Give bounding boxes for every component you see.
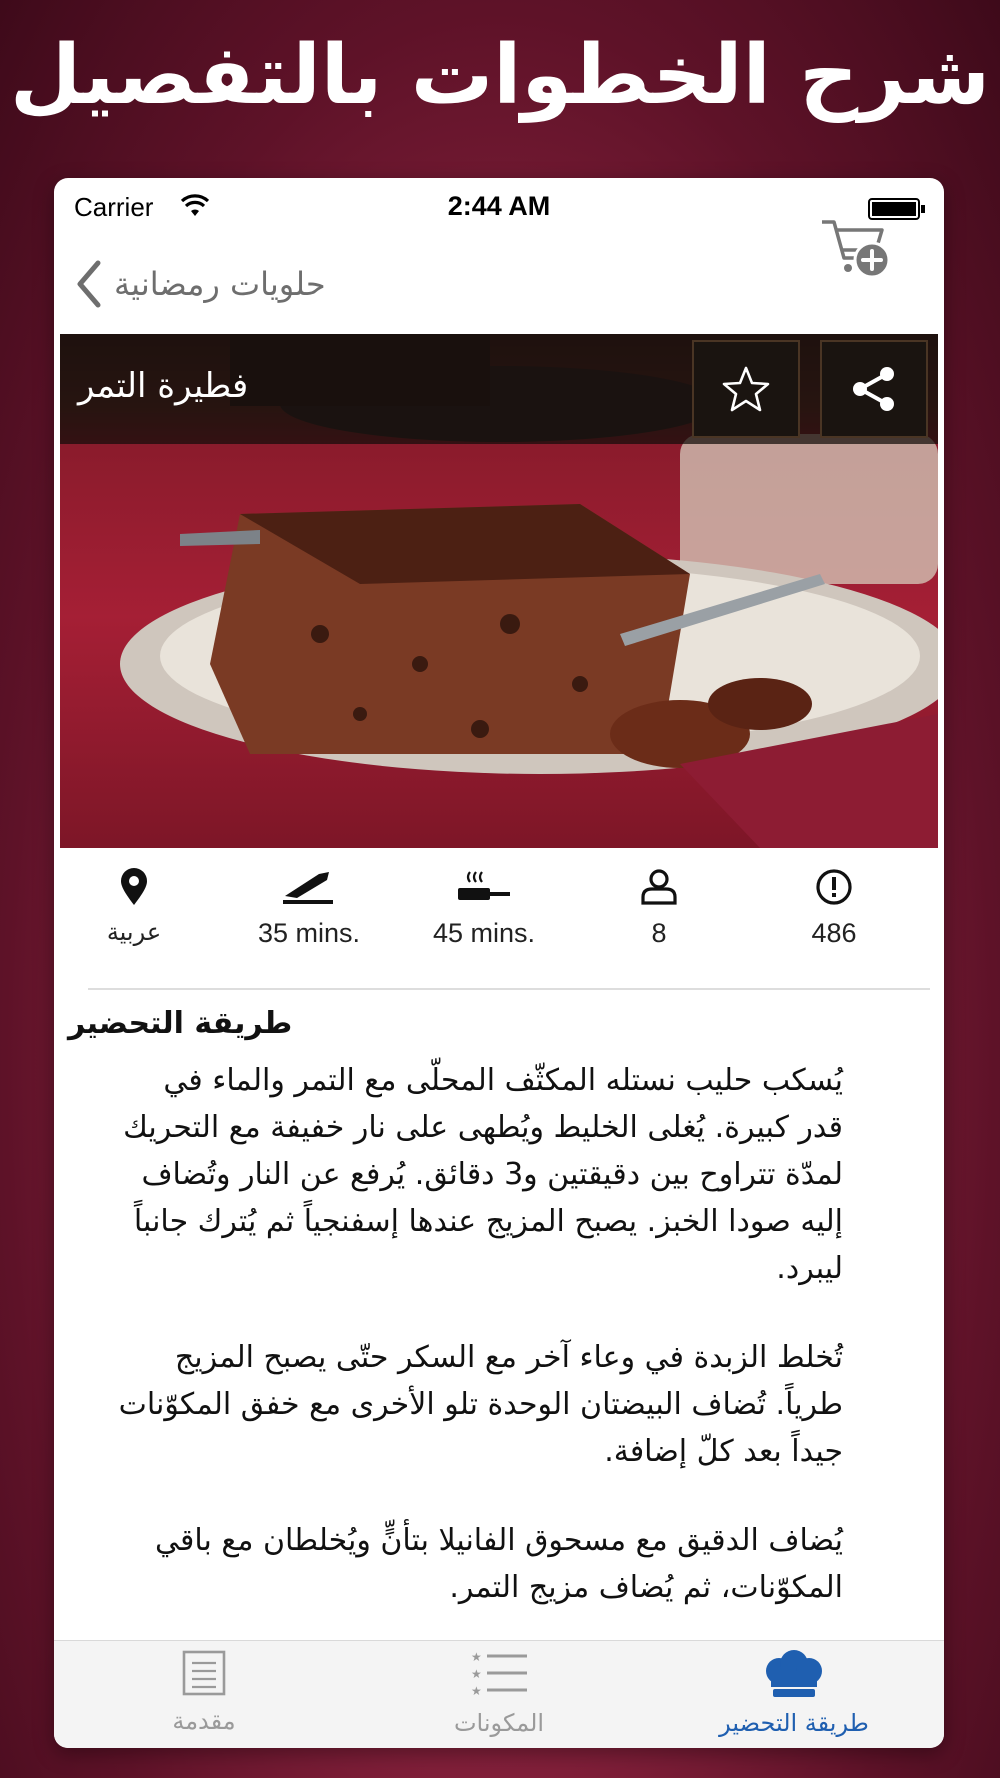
tab-preparation[interactable]: طريقة التحضير [684, 1649, 904, 1737]
stat-cuisine: عربية [54, 868, 214, 946]
recipe-stats: عربية 35 mins. 45 mins. 8 486 [54, 868, 944, 978]
tab-introduction-label: مقدمة [172, 1707, 236, 1735]
status-time: 2:44 AM [447, 191, 551, 221]
list-icon: ★ ★ ★ [471, 1650, 527, 1698]
instructions-title-text: طريقة التحضير [68, 1006, 293, 1041]
stat-views: 486 [754, 868, 914, 949]
add-to-cart-icon[interactable] [820, 214, 892, 286]
knife-icon [283, 872, 333, 904]
phone-screen: Carrier 2:44 AM حلويات رمضانية فطيرة الت… [54, 178, 944, 1748]
instructions-paragraph-3: يُضاف الدقيق مع مسحوق الفانيلا بتأنٍّ وي… [155, 1523, 843, 1605]
recipe-title-bar: فطيرة التمر [60, 334, 938, 444]
recipe-title: فطيرة التمر [78, 366, 249, 406]
favorite-button[interactable] [692, 340, 800, 438]
tab-preparation-label: طريقة التحضير [719, 1709, 869, 1737]
share-button[interactable] [820, 340, 928, 438]
views-value: 486 [811, 918, 857, 948]
tab-introduction[interactable]: مقدمة [94, 1649, 314, 1735]
stat-servings: 8 [579, 868, 739, 949]
cook-time-value: 45 mins. [432, 918, 536, 948]
tab-ingredients-label: المكونات [453, 1709, 545, 1737]
tab-bar: مقدمة ★ ★ ★ المكونات طريقة التحضير [54, 1640, 944, 1748]
stat-prep-time: 35 mins. [229, 868, 389, 949]
frying-pan-icon [458, 871, 510, 900]
navigation-bar: حلويات رمضانية [54, 234, 944, 334]
instructions-paragraph-1: يُسكب حليب نستله المكثّف المحلّى مع التم… [123, 1063, 843, 1286]
servings-value: 8 [651, 918, 667, 948]
instructions-title: طريقة التحضير [68, 1006, 888, 1057]
svg-text:★: ★ [471, 1684, 482, 1698]
tab-ingredients[interactable]: ★ ★ ★ المكونات [389, 1649, 609, 1737]
svg-text:★: ★ [471, 1650, 482, 1664]
recipe-photo: فطيرة التمر [60, 334, 938, 848]
promo-title: شرح الخطوات بالتفصيل [10, 28, 990, 123]
share-icon [853, 367, 894, 411]
chef-hat-icon [766, 1650, 822, 1697]
person-icon [641, 869, 677, 905]
stat-cook-time: 45 mins. [404, 868, 564, 949]
chevron-left-icon [77, 260, 101, 308]
svg-text:★: ★ [471, 1667, 482, 1681]
cuisine-value: عربية [106, 918, 162, 946]
divider [88, 988, 930, 990]
status-bar: Carrier 2:44 AM [54, 178, 944, 234]
star-icon [722, 366, 770, 412]
document-icon [182, 1650, 226, 1696]
instructions-paragraph-2: تُخلط الزبدة في وعاء آخر مع السكر حتّى ي… [118, 1340, 843, 1469]
instructions-section: طريقة التحضير يُسكب حليب نستله المكثّف ا… [68, 1006, 888, 1653]
back-label: حلويات رمضانية [114, 265, 326, 303]
prep-time-value: 35 mins. [257, 918, 361, 948]
back-button[interactable]: حلويات رمضانية [74, 256, 326, 312]
location-pin-icon [121, 868, 147, 905]
info-alert-icon [816, 869, 852, 905]
